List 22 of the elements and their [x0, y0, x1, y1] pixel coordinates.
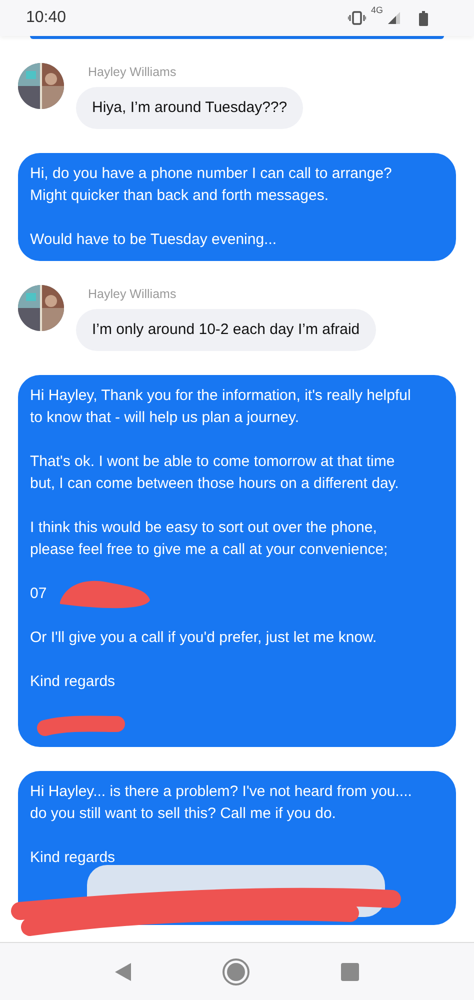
home-icon[interactable] — [222, 958, 250, 986]
message-text: Or I'll give you a call if you'd prefer, just let me know. — [30, 628, 378, 648]
battery-icon — [419, 10, 428, 26]
message-text: Hi Hayley, Thank you for the information, it's really helpful to know that - will help us plan a journey. — [30, 386, 412, 428]
message-text: I think this would be easy to sort out over the phone, please feel free to give me a call at your convenience; — [30, 518, 389, 560]
vibrate-icon — [348, 11, 366, 25]
back-icon[interactable] — [115, 962, 132, 980]
message-text: Hi Hayley... is there a problem? I've not heard from you.... do you still want to sell this? Call me if you do. — [30, 782, 413, 824]
network-type: 4G — [370, 4, 383, 14]
message-text: Hi, do you have a phone number I can call to arrange? Might quicker than back and forth messages. — [30, 164, 393, 206]
recents-icon[interactable] — [340, 962, 359, 980]
message-text: That's ok. I wont be able to come tomorrow at that time but, I can come between those hours on a different day. — [30, 452, 400, 494]
message-text: Kind regards — [30, 672, 116, 692]
message-text: Would have to be Tuesday evening... — [30, 230, 278, 250]
message-bubble: I’m only around 10-2 each day I’m afraid — [76, 309, 376, 351]
sender-name: Hayley Williams — [87, 64, 176, 81]
message-text: Kind regards — [30, 848, 116, 868]
sender-name: Hayley Williams — [87, 286, 176, 303]
message-bubble: Hiya, I’m around Tuesday??? — [76, 87, 304, 129]
signal-icon — [388, 12, 400, 24]
status-time: 10:40 — [26, 9, 66, 27]
message-text: 07 — [30, 583, 444, 605]
